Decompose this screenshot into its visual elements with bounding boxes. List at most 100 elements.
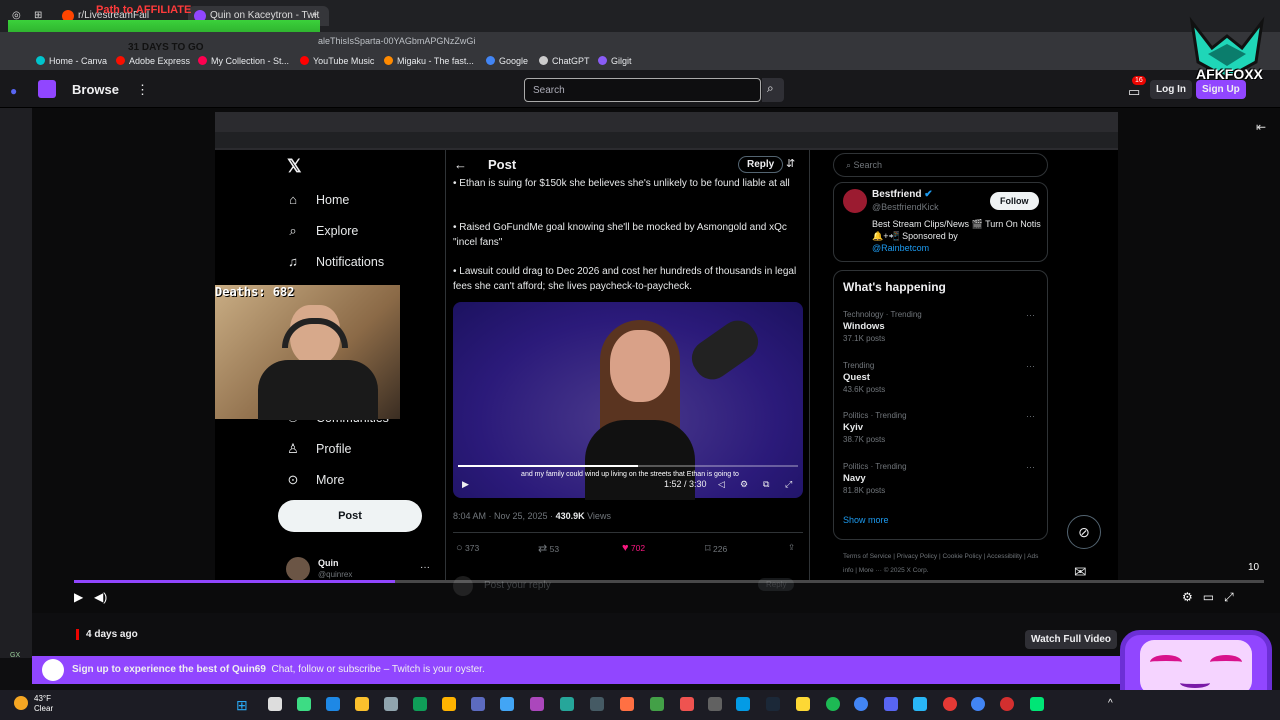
weather-widget[interactable]: 43°F Clear xyxy=(34,694,53,714)
play-icon[interactable]: ▶ xyxy=(462,479,469,490)
search-icon: ⌕ xyxy=(289,223,297,238)
x-footer-links[interactable]: Terms of Service | Privacy Policy | Cook… xyxy=(843,550,1048,578)
xbox-icon[interactable] xyxy=(650,697,664,711)
chrome-icon[interactable] xyxy=(854,697,868,711)
repost-count[interactable]: ⇄ 53 xyxy=(538,542,559,555)
bookmark-chatgpt[interactable]: ChatGPT xyxy=(539,56,590,66)
chrome-icon[interactable] xyxy=(971,697,985,711)
bookmark-gilgit[interactable]: Gilgit xyxy=(598,56,632,66)
reply-count[interactable]: ○ 373 xyxy=(456,542,479,554)
twitch-logo-icon[interactable] xyxy=(38,80,56,98)
heart-icon: ♥ xyxy=(622,542,629,554)
share-icon[interactable]: ⇪ xyxy=(788,542,795,553)
theatre-icon[interactable]: ▭ xyxy=(1203,590,1224,604)
watch-full-video-button[interactable]: Watch Full Video xyxy=(1025,630,1118,649)
x-nav-more[interactable]: ⊙ More xyxy=(286,472,345,488)
reply-icon: ○ xyxy=(456,542,463,554)
app-icon[interactable] xyxy=(620,697,634,711)
discord-icon[interactable] xyxy=(884,697,898,711)
volume-icon[interactable]: ◁ xyxy=(718,479,725,490)
afkfoxx-logo-text: AFKFOXX xyxy=(1196,66,1263,82)
fullscreen-icon[interactable]: ⤢ xyxy=(1224,590,1244,604)
bookmark-google[interactable]: Google xyxy=(486,56,528,66)
trend-menu-icon[interactable]: ··· xyxy=(1026,462,1035,472)
trend-item[interactable]: Politics · Trending Navy 81.8K posts xyxy=(843,461,907,497)
search-button[interactable]: ⌕ xyxy=(762,78,784,102)
trend-menu-icon[interactable]: ··· xyxy=(1026,361,1035,371)
app-icon[interactable] xyxy=(736,697,750,711)
task-view-icon[interactable] xyxy=(268,697,282,711)
sponsor-link[interactable]: @Rainbetcom xyxy=(872,243,929,253)
trend-menu-icon[interactable]: ··· xyxy=(1026,411,1035,421)
bookmark-canva[interactable]: Home - Canva xyxy=(36,56,107,66)
trend-item[interactable]: Trending Quest 43.6K posts xyxy=(843,360,885,396)
app-icon[interactable] xyxy=(1000,697,1014,711)
browse-link[interactable]: Browse xyxy=(72,82,119,97)
divider xyxy=(453,532,803,533)
obs-icon[interactable] xyxy=(943,697,957,711)
x-nav-notifications[interactable]: ♫ Notifications xyxy=(286,254,384,269)
app-icon[interactable] xyxy=(297,697,311,711)
app-icon[interactable] xyxy=(1030,697,1044,711)
back-arrow-icon[interactable]: ← xyxy=(454,157,467,172)
app-icon[interactable] xyxy=(326,697,340,711)
bookmark-my-collection[interactable]: My Collection - St... xyxy=(198,56,289,66)
x-search-input[interactable]: ⌕ Search xyxy=(833,153,1048,177)
spotify-icon[interactable] xyxy=(826,697,840,711)
fullscreen-icon[interactable]: ⤢ xyxy=(785,479,792,490)
bookmark-adobe-express[interactable]: Adobe Express xyxy=(116,56,190,66)
messages-icon[interactable]: ✉ xyxy=(1074,563,1087,581)
file-explorer-icon[interactable] xyxy=(442,697,456,711)
app-icon[interactable] xyxy=(913,697,927,711)
twitch-search-input[interactable]: Search xyxy=(524,78,761,102)
bookmark-migaku[interactable]: Migaku - The fast... xyxy=(384,56,474,66)
inbox-icon[interactable]: ▭ xyxy=(1128,84,1140,100)
tray-overflow-icon[interactable]: ^ xyxy=(1108,698,1113,709)
x-post-button[interactable]: Post xyxy=(278,500,422,532)
reply-header-button[interactable]: Reply xyxy=(738,156,784,173)
filter-icon[interactable]: ⇵ xyxy=(786,157,795,170)
play-icon[interactable]: ▶ xyxy=(74,590,83,604)
pip-icon[interactable]: ⧉ xyxy=(763,479,769,490)
collapse-chat-icon[interactable]: ⇤ xyxy=(1256,120,1266,134)
profile-icon: ♙ xyxy=(287,441,299,456)
x-nav-profile[interactable]: ♙ Profile xyxy=(286,441,351,457)
app-icon[interactable] xyxy=(500,697,514,711)
app-icon[interactable] xyxy=(708,697,722,711)
steam-icon[interactable] xyxy=(766,697,780,711)
account-menu-icon[interactable]: ··· xyxy=(420,562,430,573)
avatar[interactable] xyxy=(843,189,867,213)
app-icon[interactable] xyxy=(530,697,544,711)
settings-icon[interactable]: ⚙ xyxy=(740,479,748,490)
like-count[interactable]: ♥ 702 xyxy=(622,542,645,554)
settings-app-icon[interactable] xyxy=(384,697,398,711)
bookmark-youtube-music[interactable]: YouTube Music xyxy=(300,56,374,66)
bookmark-count[interactable]: ⌑ 226 xyxy=(705,542,727,555)
volume-icon[interactable]: ◀) xyxy=(94,590,107,604)
show-more-link[interactable]: Show more xyxy=(843,515,889,525)
x-logo-icon[interactable]: 𝕏 xyxy=(287,156,302,177)
app-icon[interactable] xyxy=(355,697,369,711)
trend-menu-icon[interactable]: ··· xyxy=(1026,310,1035,320)
x-nav-home[interactable]: ⌂ Home xyxy=(286,192,349,207)
app-icon[interactable] xyxy=(680,697,694,711)
app-icon[interactable] xyxy=(590,697,604,711)
avatar[interactable] xyxy=(286,557,310,581)
grok-icon[interactable]: ⊘ xyxy=(1067,515,1101,549)
windows-start-icon[interactable]: ⊞ xyxy=(236,697,248,714)
follow-button[interactable]: Follow xyxy=(990,192,1039,210)
signup-banner[interactable]: Sign up to experience the best of Quin69… xyxy=(32,656,1120,684)
app-icon[interactable] xyxy=(471,697,485,711)
settings-icon[interactable]: ⚙ xyxy=(1182,590,1203,604)
app-icon[interactable] xyxy=(796,697,810,711)
trend-item[interactable]: Politics · Trending Kyiv 38.7K posts xyxy=(843,410,907,446)
discord-icon[interactable]: ● xyxy=(10,84,17,98)
gx-icon[interactable]: GX xyxy=(10,652,20,659)
app-icon[interactable] xyxy=(560,697,574,711)
trend-item[interactable]: Technology · Trending Windows 37.1K posts xyxy=(843,309,922,345)
canva-icon xyxy=(36,56,45,65)
x-nav-explore[interactable]: ⌕ Explore xyxy=(286,223,358,239)
edge-icon[interactable] xyxy=(413,697,427,711)
verified-icon: ✔ xyxy=(924,189,933,200)
more-options-icon[interactable]: ⋮ xyxy=(136,82,149,98)
